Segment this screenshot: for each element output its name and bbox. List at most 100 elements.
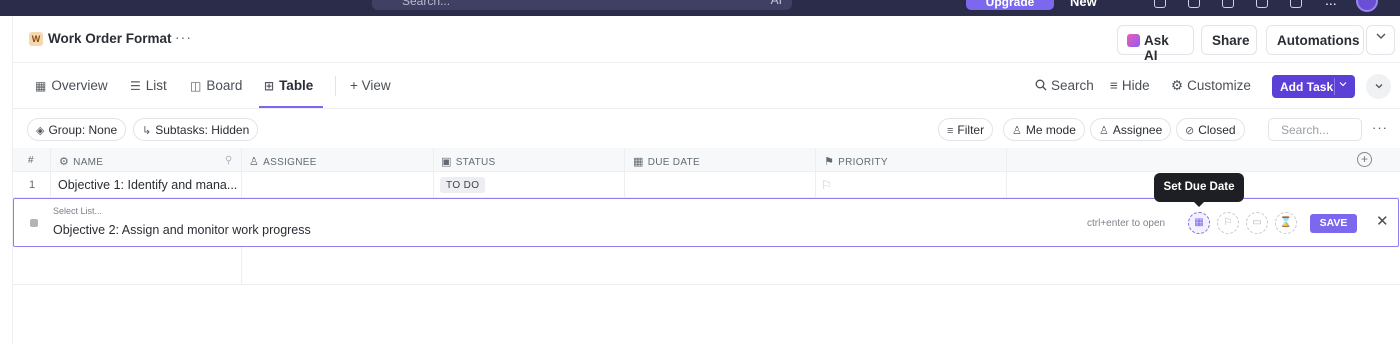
me-mode-label: Me mode bbox=[1025, 123, 1076, 137]
share-button[interactable]: Share bbox=[1201, 25, 1257, 55]
column-header-name[interactable]: ⚙ NAME bbox=[59, 155, 103, 168]
add-column-icon[interactable]: + bbox=[1357, 152, 1372, 167]
group-by-pill[interactable]: ◈ Group: None bbox=[27, 118, 127, 141]
people-icon: ♙ bbox=[249, 156, 260, 168]
ai-icon bbox=[1127, 34, 1140, 47]
empty-add-row[interactable] bbox=[13, 247, 1400, 285]
hide-label: Hide bbox=[1121, 78, 1150, 93]
new-task-row[interactable]: Select List... Objective 2: Assign and m… bbox=[13, 198, 1399, 247]
subtasks-label: Subtasks: Hidden bbox=[155, 123, 250, 137]
status-badge[interactable]: TO DO bbox=[440, 177, 486, 193]
priority-flag-icon[interactable]: ⚐ bbox=[821, 178, 832, 192]
filter-bar: ◈ Group: None ↳ Subtasks: Hidden ≡ Filter ♙… bbox=[13, 109, 1400, 148]
workspace-badge: W bbox=[29, 32, 43, 46]
column-header-assignee[interactable]: ♙ ASSIGNEE bbox=[249, 155, 317, 168]
more-options-icon[interactable]: ··· bbox=[1372, 120, 1388, 135]
calendar-icon: ▦ bbox=[633, 156, 644, 168]
subtasks-pill[interactable]: ↳ Subtasks: Hidden bbox=[133, 118, 259, 141]
save-button[interactable]: SAVE bbox=[1310, 214, 1357, 233]
views-bar: ▦ Overview ☰ List ◫ Board ⊞ Table + View Sea… bbox=[13, 63, 1400, 109]
add-task-label: Add Task bbox=[1280, 80, 1334, 94]
reminder-icon[interactable] bbox=[1256, 0, 1268, 8]
group-label: Group: None bbox=[48, 123, 118, 137]
docs-icon[interactable] bbox=[1188, 0, 1200, 8]
set-due-date-tooltip: Set Due Date bbox=[1154, 173, 1244, 202]
top-bar: Search... AI Upgrade New ... bbox=[0, 0, 1400, 16]
page-title[interactable]: Work Order Format bbox=[48, 31, 172, 46]
tab-list[interactable]: ☰ List bbox=[130, 78, 167, 93]
table-search-input[interactable]: Search... bbox=[1268, 118, 1362, 141]
tooltip-arrow bbox=[1193, 201, 1205, 207]
name-header-label: NAME bbox=[73, 157, 104, 168]
automations-chevron-down-icon[interactable] bbox=[1366, 25, 1395, 55]
active-tab-indicator bbox=[259, 106, 323, 108]
column-header-due-date[interactable]: ▦ DUE DATE bbox=[633, 155, 700, 168]
title-more-icon[interactable]: ··· bbox=[175, 29, 192, 45]
flag-icon: ⚑ bbox=[824, 156, 835, 168]
tab-label: Board bbox=[206, 78, 243, 93]
closed-pill[interactable]: ⊘ Closed bbox=[1176, 118, 1245, 141]
task-name-input[interactable]: Objective 2: Assign and monitor work pro… bbox=[53, 223, 311, 237]
close-icon[interactable]: ✕ bbox=[1376, 212, 1389, 230]
filter-label: Filter bbox=[957, 123, 985, 137]
keyboard-hint: ctrl+enter to open bbox=[1087, 218, 1166, 229]
more-icon[interactable]: ... bbox=[1325, 0, 1337, 8]
board-icon: ◫ bbox=[190, 79, 202, 93]
me-mode-pill[interactable]: ♙ Me mode bbox=[1003, 118, 1085, 141]
tab-board[interactable]: ◫ Board bbox=[190, 78, 242, 93]
hourglass-icon[interactable]: ⌛ bbox=[1275, 212, 1297, 234]
closed-label: Closed bbox=[1198, 123, 1236, 137]
ai-button[interactable]: AI bbox=[771, 0, 782, 7]
customize-button[interactable]: ⚙ Customize bbox=[1171, 78, 1251, 94]
new-button[interactable]: New bbox=[1070, 0, 1097, 9]
hide-icon: ≡ bbox=[1110, 78, 1118, 93]
add-task-button[interactable]: Add Task bbox=[1272, 75, 1355, 98]
add-task-divider bbox=[1334, 78, 1335, 95]
add-view-button[interactable]: + View bbox=[350, 78, 391, 93]
collapse-chevron-icon[interactable] bbox=[1366, 74, 1391, 99]
select-list-dropdown[interactable]: Select List... bbox=[53, 206, 102, 216]
due-date-calendar-icon[interactable]: ▦ bbox=[1188, 212, 1210, 234]
filter-pill[interactable]: ≡ Filter bbox=[938, 118, 994, 141]
task-name[interactable]: Objective 1: Identify and mana... bbox=[58, 178, 237, 192]
priority-header-label: PRIORITY bbox=[838, 157, 888, 168]
avatar[interactable] bbox=[1356, 0, 1378, 12]
subtask-icon: ↳ bbox=[142, 125, 152, 137]
priority-flag-icon[interactable]: ⚐ bbox=[1217, 212, 1239, 234]
column-header-priority[interactable]: ⚑ PRIORITY bbox=[824, 155, 888, 168]
column-divider bbox=[241, 247, 242, 285]
due-date-header-label: DUE DATE bbox=[647, 157, 700, 168]
tab-label: Overview bbox=[51, 78, 108, 93]
tab-overview[interactable]: ▦ Overview bbox=[35, 78, 108, 93]
task-status-dot[interactable] bbox=[30, 219, 38, 227]
layers-icon: ◈ bbox=[36, 125, 45, 137]
notifications-icon[interactable] bbox=[1154, 0, 1166, 8]
automations-button[interactable]: Automations bbox=[1266, 25, 1364, 55]
name-column-icon: ⚙ bbox=[59, 156, 70, 168]
column-header-status[interactable]: ▣ STATUS bbox=[441, 155, 495, 168]
video-icon[interactable] bbox=[1222, 0, 1234, 8]
upgrade-button[interactable]: Upgrade bbox=[966, 0, 1054, 10]
search-button[interactable]: Search bbox=[1035, 78, 1094, 93]
tag-icon[interactable]: ▭ bbox=[1246, 212, 1268, 234]
people-icon: ♙ bbox=[1099, 125, 1109, 137]
assignee-label: Assignee bbox=[1112, 123, 1163, 137]
assignee-pill[interactable]: ♙ Assignee bbox=[1090, 118, 1172, 141]
search-label: Search bbox=[1051, 78, 1094, 93]
search-icon bbox=[1035, 79, 1047, 91]
table-icon: ⊞ bbox=[264, 79, 275, 93]
tab-label: List bbox=[145, 78, 167, 93]
gear-icon: ⚙ bbox=[1171, 78, 1184, 93]
tab-table[interactable]: ⊞ Table bbox=[264, 78, 313, 93]
customize-label: Customize bbox=[1187, 78, 1251, 93]
table-header: # ⚙ NAME ⚲ ♙ ASSIGNEE ▣ STATUS ▦ DUE DATE ⚑ P… bbox=[13, 148, 1400, 172]
pin-icon[interactable]: ⚲ bbox=[225, 155, 233, 166]
check-circle-icon: ⊘ bbox=[1185, 125, 1195, 137]
overview-icon: ▦ bbox=[35, 79, 47, 93]
ask-ai-button[interactable]: Ask AI bbox=[1117, 25, 1194, 63]
global-search[interactable]: Search... AI bbox=[372, 0, 792, 10]
hide-button[interactable]: ≡ Hide bbox=[1110, 78, 1150, 93]
chevron-down-icon[interactable] bbox=[1339, 80, 1347, 90]
apps-icon[interactable] bbox=[1290, 0, 1302, 8]
column-header-number: # bbox=[28, 155, 34, 166]
